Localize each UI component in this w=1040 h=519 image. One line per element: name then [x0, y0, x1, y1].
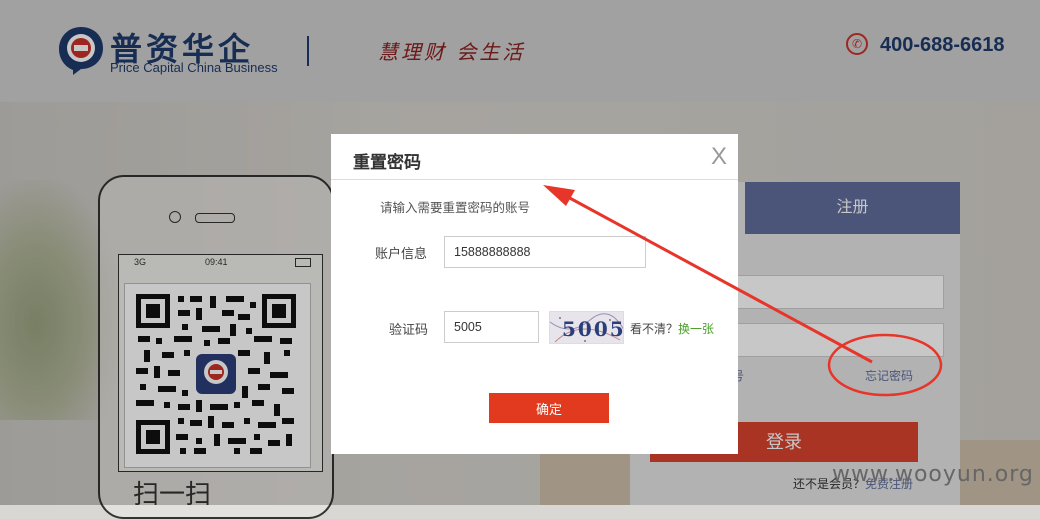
annotation-overlay: [543, 185, 943, 397]
annotation-arrowhead: [543, 185, 575, 206]
annotation-arrow-line: [565, 194, 873, 364]
annotation-circle: [827, 333, 943, 397]
watermark: www.wooyun.org: [832, 462, 1034, 487]
